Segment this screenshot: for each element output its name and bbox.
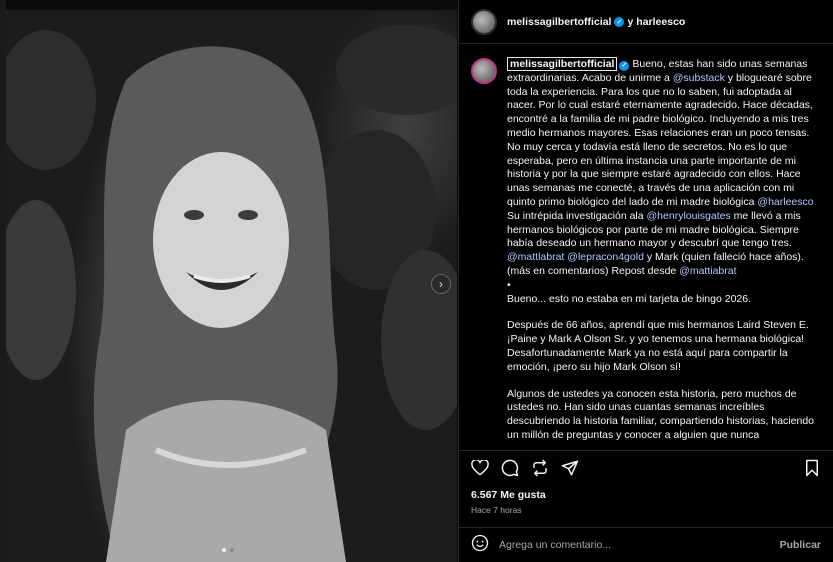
mention-link[interactable]: @lepracon4gold	[567, 251, 644, 263]
post-sidebar: melissagilbertofficial ✓ y harleesco mel…	[458, 0, 833, 562]
verified-badge-icon: ✓	[619, 60, 630, 71]
chevron-right-icon: ›	[439, 277, 443, 291]
heart-icon	[471, 459, 489, 475]
authors-separator: y	[627, 15, 634, 28]
bookmark-icon	[806, 459, 818, 476]
repost-button[interactable]	[529, 457, 551, 479]
verified-badge-icon: ✓	[614, 16, 625, 27]
comment-button[interactable]	[499, 457, 521, 479]
emoji-button[interactable]	[471, 534, 489, 557]
repost-icon	[533, 459, 547, 476]
caption-text-segment: Su intrépida investigación ala	[507, 209, 647, 222]
mention-link[interactable]: @substack	[673, 72, 725, 84]
save-button[interactable]	[801, 457, 823, 479]
share-button[interactable]	[559, 457, 581, 479]
mention-link[interactable]: @mattiabrat	[679, 265, 736, 277]
carousel-dot	[222, 548, 226, 552]
like-button[interactable]	[469, 457, 491, 479]
emoji-icon	[471, 534, 489, 551]
comment-bar: Publicar	[459, 527, 833, 562]
caption-bullet: •	[507, 278, 511, 291]
mention-link[interactable]: @mattlabrat	[507, 251, 564, 263]
mention-link[interactable]: @henrylouisgates	[647, 210, 731, 222]
carousel-dots	[222, 548, 234, 552]
caption-owner-username[interactable]: melissagilbertofficial	[507, 57, 618, 71]
comment-input[interactable]	[499, 539, 780, 551]
post-photo	[6, 10, 457, 562]
caption-paragraph: Algunos de ustedes ya conocen esta histo…	[507, 387, 815, 441]
author-avatar[interactable]	[471, 8, 497, 35]
carousel-dot	[230, 548, 234, 552]
caption-avatar[interactable]	[471, 58, 497, 84]
post-header: melissagilbertofficial ✓ y harleesco	[459, 0, 833, 44]
post-media[interactable]: ›	[0, 0, 458, 562]
caption-text-segment: y bloguearé sobre toda la experiencia. P…	[507, 71, 813, 208]
post-authors: melissagilbertofficial ✓ y harleesco	[507, 16, 685, 28]
post-timestamp[interactable]: Hace 7 horas	[471, 505, 522, 515]
publish-button[interactable]: Publicar	[780, 539, 821, 551]
send-icon	[561, 460, 579, 475]
likes-count[interactable]: 6.567 Me gusta	[471, 489, 546, 501]
comment-icon	[501, 459, 519, 476]
carousel-next-button[interactable]: ›	[431, 274, 451, 294]
action-bar	[459, 450, 833, 484]
photo-illustration	[6, 25, 457, 562]
mention-link[interactable]: @harleesco	[757, 196, 813, 208]
caption-paragraph: Bueno... esto no estaba en mi tarjeta de…	[507, 292, 752, 305]
author-username[interactable]: melissagilbertofficial	[507, 16, 611, 28]
collaborator-username[interactable]: harleesco	[636, 16, 685, 28]
caption-text: melissagilbertofficial ✓ Bueno, estas han…	[507, 57, 817, 446]
caption-paragraph: Después de 66 años, aprendí que mis herm…	[507, 319, 809, 373]
caption-section: melissagilbertofficial ✓ Bueno, estas han…	[459, 46, 833, 446]
